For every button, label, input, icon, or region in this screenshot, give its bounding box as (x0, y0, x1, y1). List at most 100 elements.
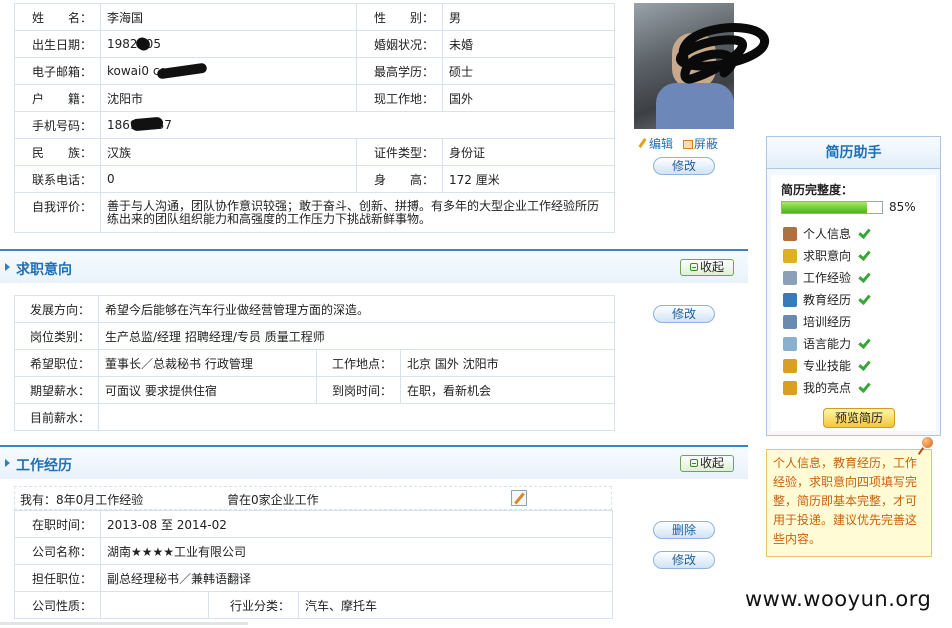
work-delete-button[interactable]: 删除 (653, 521, 715, 539)
table-row: 电子邮箱： kowai0 com 最高学历： 硕士 (14, 57, 615, 85)
helper-item[interactable]: 培训经历 (781, 311, 851, 333)
photo-edit-link[interactable]: 编辑 (638, 137, 673, 151)
helper-item[interactable]: 专业技能 (781, 355, 851, 377)
phone-label: 联系电话： (14, 165, 101, 193)
helper-title: 简历助手 (767, 137, 940, 169)
photo-actions: 编辑 屏蔽 (638, 135, 724, 152)
book-icon (783, 293, 797, 307)
helper-item-label: 个人信息 (803, 227, 852, 241)
industry-label: 行业分类： (208, 591, 299, 619)
ethnicity-label: 民 族： (14, 138, 101, 166)
category-label: 岗位类别： (14, 322, 99, 350)
arrival-label: 到岗时间： (316, 376, 401, 404)
direction-value: 希望今后能够在汽车行业做经营管理方面的深造。 (97, 295, 616, 323)
pushpin-icon (918, 437, 936, 455)
work-summary: 我有：8年0月工作经验 曾在0家企业工作 (14, 486, 612, 510)
work-table: 在职时间： 2013-08 至 2014-02 公司名称： 湖南★★★★工业有限… (14, 510, 614, 619)
helper-item-label: 教育经历 (803, 293, 852, 307)
skill-icon (783, 359, 797, 373)
education-value: 硕士 (442, 57, 615, 85)
table-row: 目前薪水： (14, 403, 616, 431)
table-row: 民 族： 汉族 证件类型： 身份证 (14, 138, 615, 166)
mobile-value: 1869 3737 (100, 111, 615, 139)
table-row: 手机号码： 1869 3737 (14, 111, 615, 139)
table-row: 姓 名： 李海国 性 别： 男 (14, 3, 615, 31)
check-icon (859, 271, 871, 283)
company-value: 湖南★★★★工业有限公司 (99, 537, 614, 565)
hukou-value: 沈阳市 (100, 84, 357, 112)
work-location-value: 国外 (442, 84, 615, 112)
work-section-header[interactable]: 工作经历 收起 (0, 445, 748, 479)
scrollbar-track (0, 622, 248, 625)
helper-item[interactable]: 语言能力 (781, 333, 851, 355)
highlight-icon (783, 381, 797, 395)
email-label: 电子邮箱： (14, 57, 101, 85)
job-intent-modify-button[interactable]: 修改 (653, 305, 715, 323)
table-row: 发展方向： 希望今后能够在汽车行业做经营管理方面的深造。 (14, 295, 616, 323)
check-icon (859, 337, 871, 349)
period-label: 在职时间： (14, 510, 101, 538)
pencil-icon (638, 138, 648, 148)
preview-resume-button[interactable]: 预览简历 (823, 408, 895, 428)
table-row: 自我评价： 善于与人沟通，团队协作意识较强；敢于奋斗、创新、拼搏。有多年的大型企… (14, 192, 615, 233)
helper-item[interactable]: 工作经验 (781, 267, 851, 289)
current-salary-value (97, 403, 616, 431)
job-intent-collapse-button[interactable]: 收起 (680, 259, 734, 276)
category-value: 生产总监/经理 招聘经理/专员 质量工程师 (97, 322, 616, 350)
work-collapse-button[interactable]: 收起 (680, 455, 734, 472)
company-count: 曾在0家企业工作 (227, 493, 319, 507)
table-row: 公司名称： 湖南★★★★工业有限公司 (14, 537, 614, 565)
hukou-label: 户 籍： (14, 84, 101, 112)
position-value: 董事长／总裁秘书 行政管理 (98, 349, 317, 377)
collapse-icon (689, 262, 698, 271)
hide-icon (682, 140, 693, 149)
period-value: 2013-08 至 2014-02 (99, 510, 614, 538)
helper-item[interactable]: 个人信息 (781, 223, 851, 245)
helper-item-label: 求职意向 (803, 249, 852, 263)
calendar-icon (783, 271, 797, 285)
gender-value: 男 (442, 3, 615, 31)
table-row: 出生日期： 1982 -05 婚姻状况： 未婚 (14, 30, 615, 58)
nature-value (100, 591, 209, 619)
photo-redaction-scribble (676, 23, 769, 84)
helper-item-label: 专业技能 (803, 359, 852, 373)
email-value: kowai0 com (100, 57, 357, 85)
arrival-value: 在职，看新机会 (399, 376, 616, 404)
helper-item-label: 培训经历 (803, 315, 852, 329)
table-row: 公司性质： 行业分类： 汽车、摩托车 (14, 591, 614, 619)
salary-value: 可面议 要求提供住宿 (98, 376, 317, 404)
resume-helper-panel: 简历助手 简历完整度： 85% 个人信息 求职意向 工作经验 教育经历 培训经历 语言能力… (766, 136, 941, 436)
industry-value: 汽车、摩托车 (297, 591, 614, 619)
work-modify-button[interactable]: 修改 (653, 551, 715, 569)
expand-arrow-icon (5, 459, 10, 467)
position-label: 希望职位： (14, 349, 99, 377)
document-icon (783, 337, 797, 351)
watermark: www.wooyun.org (745, 587, 932, 611)
job-intent-table: 发展方向： 希望今后能够在汽车行业做经营管理方面的深造。 岗位类别： 生产总监/… (14, 295, 616, 431)
ethnicity-value: 汉族 (100, 138, 357, 166)
table-row: 户 籍： 沈阳市 现工作地： 国外 (14, 84, 615, 112)
phone-value: 0 (100, 165, 357, 193)
helper-item[interactable]: 求职意向 (781, 245, 851, 267)
completeness-progress-bar (781, 201, 883, 214)
work-years: 我有：8年0月工作经验 (20, 493, 144, 507)
personal-modify-button[interactable]: 修改 (653, 157, 715, 175)
mobile-label: 手机号码： (14, 111, 101, 139)
check-icon (859, 359, 871, 371)
collapse-icon (689, 458, 698, 467)
completeness-percent: 85% (889, 200, 916, 214)
name-value: 李海国 (100, 3, 357, 31)
helper-item[interactable]: 教育经历 (781, 289, 851, 311)
self-eval-label: 自我评价： (14, 192, 101, 233)
nature-label: 公司性质： (14, 591, 101, 619)
location-value: 北京 国外 沈阳市 (399, 349, 616, 377)
add-edit-icon[interactable] (511, 490, 527, 506)
photo-hide-link[interactable]: 屏蔽 (682, 137, 718, 151)
job-intent-section-header[interactable]: 求职意向 收起 (0, 249, 748, 283)
table-row: 联系电话： 0 身 高： 172 厘米 (14, 165, 615, 193)
helper-item[interactable]: 我的亮点 (781, 377, 851, 399)
marital-value: 未婚 (442, 30, 615, 58)
role-label: 担任职位： (14, 564, 101, 592)
check-icon (859, 381, 871, 393)
id-type-value: 身份证 (442, 138, 615, 166)
